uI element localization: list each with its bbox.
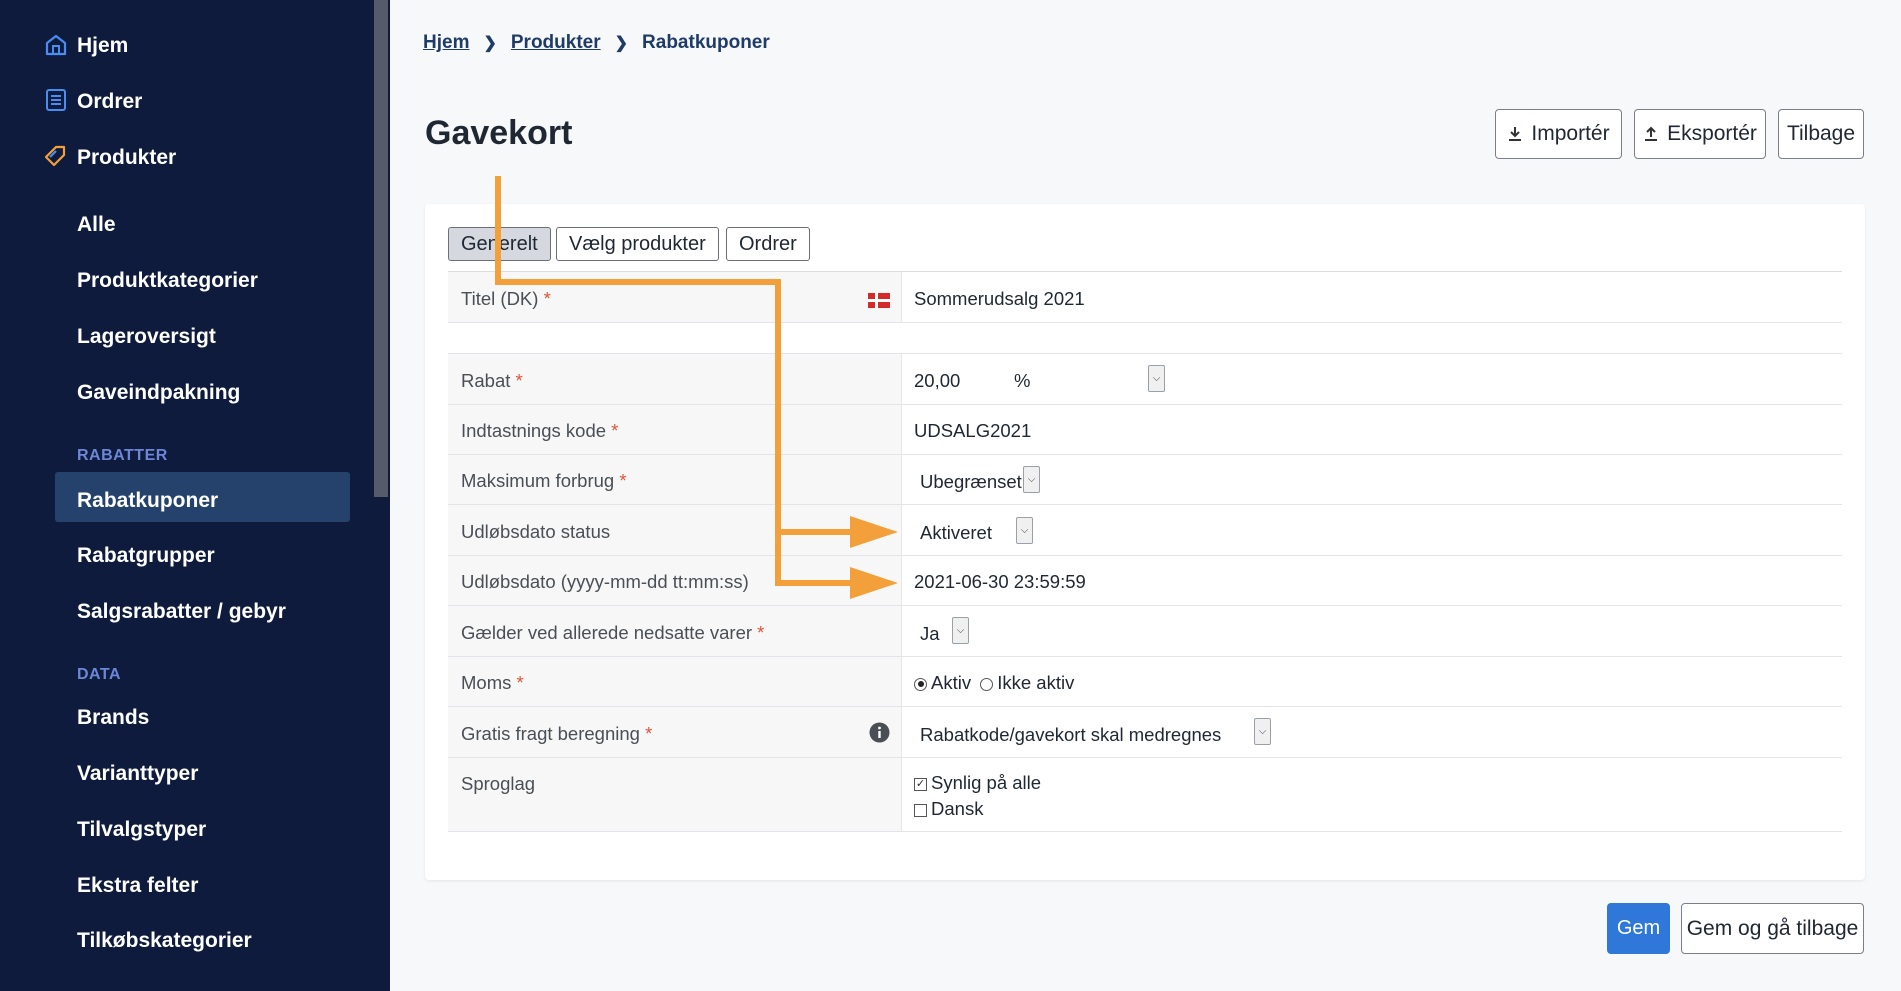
save-button[interactable]: Gem — [1607, 903, 1670, 954]
annotation-arrows — [495, 176, 898, 599]
save-and-back-button[interactable]: Gem og gå tilbage — [1681, 903, 1864, 954]
save-and-back-label: Gem og gå tilbage — [1686, 916, 1859, 940]
